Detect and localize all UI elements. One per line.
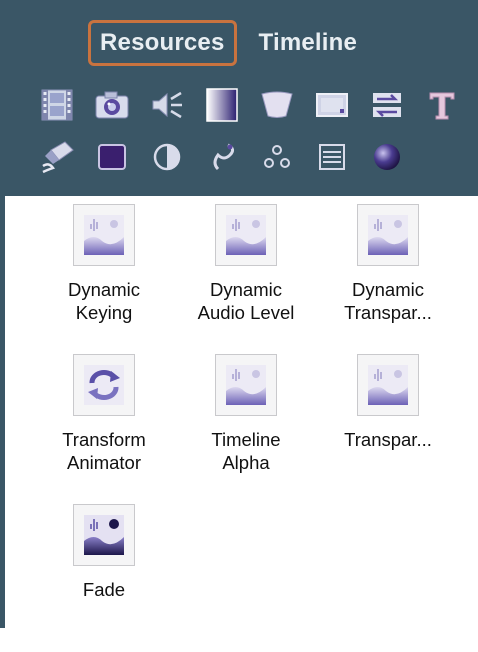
effect-item-dynamic-keying[interactable]: Dynamic Keying xyxy=(33,202,175,352)
effect-icon xyxy=(215,354,277,416)
audio-icon[interactable] xyxy=(148,86,186,124)
effect-item-dynamic-audio-level[interactable]: Dynamic Audio Level xyxy=(175,202,317,352)
effect-item-dynamic-transparency[interactable]: Dynamic Transpar... xyxy=(317,202,459,352)
toolbar-row-1 xyxy=(38,86,478,124)
camera-icon[interactable] xyxy=(93,86,131,124)
effects-grid: Dynamic Keying Dynamic Audio Level Dynam… xyxy=(33,202,459,652)
effect-item-transform-animator[interactable]: Transform Animator xyxy=(33,352,175,502)
contrast-icon[interactable] xyxy=(148,138,186,176)
square-icon[interactable] xyxy=(93,138,131,176)
effect-icon xyxy=(357,354,419,416)
effect-label: Transform Animator xyxy=(62,429,146,473)
text-icon[interactable] xyxy=(423,86,461,124)
effect-item-fade[interactable]: Fade xyxy=(33,502,175,652)
header-panel: Resources Timeline xyxy=(5,0,478,202)
toolbar-row-2 xyxy=(38,138,423,176)
tab-timeline[interactable]: Timeline xyxy=(247,20,370,66)
effect-icon xyxy=(73,204,135,266)
lines-icon[interactable] xyxy=(313,138,351,176)
frame-icon[interactable] xyxy=(313,86,351,124)
effect-icon xyxy=(357,204,419,266)
effect-item-timeline-alpha[interactable]: Timeline Alpha xyxy=(175,352,317,502)
effects-list: Dynamic Keying Dynamic Audio Level Dynam… xyxy=(5,202,478,628)
particles-icon[interactable] xyxy=(258,138,296,176)
effect-item-transparency[interactable]: Transpar... xyxy=(317,352,459,502)
mask-shape-icon[interactable] xyxy=(258,86,296,124)
effect-label: Transpar... xyxy=(344,429,432,450)
gradient-icon[interactable] xyxy=(203,86,241,124)
effect-label: Dynamic Transpar... xyxy=(344,279,432,323)
cycle-icon xyxy=(73,354,135,416)
effect-icon xyxy=(215,204,277,266)
transition-icon[interactable] xyxy=(368,86,406,124)
effect-label: Timeline Alpha xyxy=(211,429,281,473)
effect-label: Dynamic Audio Level xyxy=(197,279,295,323)
effect-label: Fade xyxy=(82,579,126,600)
tab-resources[interactable]: Resources xyxy=(88,20,237,66)
fade-effect-icon xyxy=(73,504,135,566)
eraser-icon[interactable] xyxy=(38,138,76,176)
sphere-icon[interactable] xyxy=(368,138,406,176)
film-icon[interactable] xyxy=(38,86,76,124)
effect-label: Dynamic Keying xyxy=(68,279,140,323)
spiral-icon[interactable] xyxy=(203,138,241,176)
tab-bar: Resources Timeline xyxy=(88,20,369,66)
